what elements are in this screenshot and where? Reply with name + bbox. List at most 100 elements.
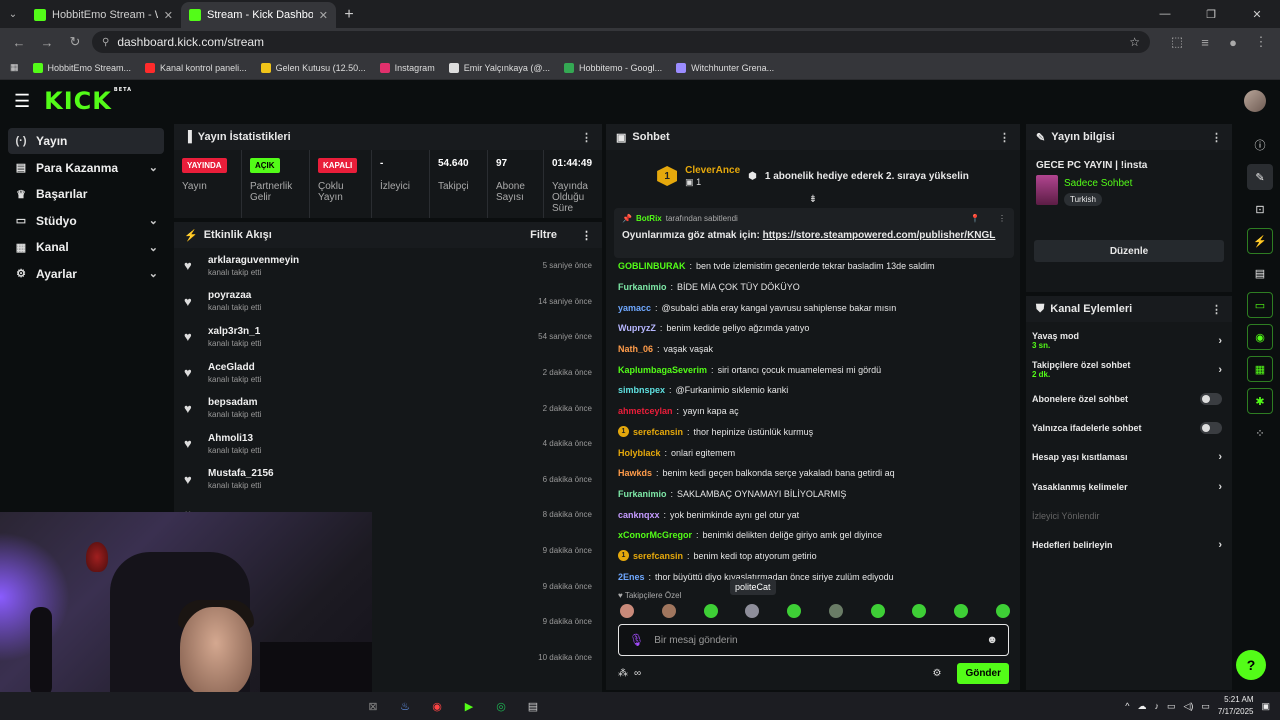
- chat-settings-icon[interactable]: ⚙: [932, 668, 941, 679]
- obs-icon[interactable]: ◉: [426, 695, 448, 717]
- document-icon[interactable]: ▤: [1247, 260, 1273, 286]
- profile-icon[interactable]: ●: [1222, 31, 1244, 53]
- activity-username[interactable]: arklaraguvenmeyin: [208, 255, 533, 266]
- lightning-icon[interactable]: ⚡: [1247, 228, 1273, 254]
- spotify-icon[interactable]: ◎: [490, 695, 512, 717]
- channel-action-item[interactable]: Takipçilere özel sohbet 2 dk. ›: [1026, 355, 1232, 384]
- chat-username[interactable]: WupryzZ: [618, 323, 656, 333]
- site-info-icon[interactable]: ⚲: [102, 37, 109, 48]
- help-support-button[interactable]: ?: [1236, 650, 1266, 680]
- back-icon[interactable]: ←: [8, 31, 30, 53]
- more-options-icon[interactable]: ⋮: [998, 214, 1006, 223]
- edit-pencil-icon[interactable]: ✎: [1247, 164, 1273, 190]
- emote-icon[interactable]: [703, 604, 718, 618]
- sidebar-item-yayin[interactable]: (·) Yayın: [8, 128, 164, 154]
- emote-icon[interactable]: [620, 604, 634, 618]
- emote-icon[interactable]: [912, 604, 927, 618]
- chat-message-input[interactable]: 🎙 Bir mesaj gönderin ☻: [618, 624, 1009, 656]
- volume-icon[interactable]: ◁): [1183, 701, 1193, 712]
- mic-tray-icon[interactable]: ♪: [1154, 701, 1159, 711]
- activity-username[interactable]: AceGladd: [208, 362, 533, 373]
- activity-username[interactable]: bepsadam: [208, 397, 533, 408]
- chat-username[interactable]: serefcansin: [633, 551, 683, 561]
- chat-username[interactable]: yamacc: [618, 303, 651, 313]
- chat-username[interactable]: Furkanimio: [618, 489, 667, 499]
- chat-bubble-icon[interactable]: ▭: [1247, 292, 1273, 318]
- channel-action-item[interactable]: Yasaklanmış kelimeler ›: [1026, 472, 1232, 501]
- toggle-switch[interactable]: [1200, 392, 1222, 405]
- pinned-link[interactable]: https://store.steampowered.com/publisher…: [763, 230, 996, 241]
- bookmark-item[interactable]: Kanal kontrol paneli...: [145, 62, 247, 73]
- layout-icon[interactable]: ▦: [1247, 356, 1273, 382]
- filter-button[interactable]: Filtre: [530, 229, 557, 241]
- browser-tab-dashboard[interactable]: Stream - Kick Dashboard ✕: [181, 2, 336, 28]
- hamburger-menu-icon[interactable]: ☰: [14, 91, 30, 112]
- broadcast-icon[interactable]: ◉: [1247, 324, 1273, 350]
- channel-action-item[interactable]: Hedefleri belirleyin ›: [1026, 530, 1232, 559]
- emote-icon[interactable]: [828, 604, 843, 618]
- sidebar-item-basarilar[interactable]: ♛ Başarılar: [8, 181, 164, 207]
- new-tab-button[interactable]: +: [336, 2, 362, 28]
- user-avatar[interactable]: [1244, 90, 1266, 112]
- toggle-switch[interactable]: [1200, 422, 1222, 435]
- restore-icon[interactable]: ❐: [1188, 0, 1234, 28]
- sidebar-item-kanal[interactable]: ▦ Kanal ⌄: [8, 234, 164, 260]
- activity-username[interactable]: poyrazaa: [208, 290, 528, 301]
- emote-icon[interactable]: [745, 604, 760, 618]
- cloud-icon[interactable]: ☁: [1137, 701, 1146, 712]
- emote-icon[interactable]: [870, 604, 885, 618]
- more-tools-icon[interactable]: ⁘: [1247, 420, 1273, 446]
- tab-search-icon[interactable]: ⌄: [0, 0, 26, 28]
- chat-username[interactable]: GOBLINBURAK: [618, 261, 686, 271]
- chat-username[interactable]: Holyblack: [618, 448, 661, 458]
- unpin-icon[interactable]: 📍: [970, 214, 980, 223]
- capture-icon[interactable]: ⊡: [1247, 196, 1273, 222]
- emote-icon[interactable]: [995, 604, 1010, 618]
- more-options-icon[interactable]: ⋮: [1211, 303, 1222, 316]
- channel-action-item[interactable]: Yalnızca ifadelerle sohbet: [1026, 414, 1232, 443]
- chat-username[interactable]: serefcansin: [633, 427, 683, 437]
- battery-icon[interactable]: ▭: [1201, 701, 1210, 712]
- close-window-icon[interactable]: ✕: [1234, 0, 1280, 28]
- chat-username[interactable]: Hawkds: [618, 468, 652, 478]
- chat-username[interactable]: 2Enes: [618, 572, 645, 582]
- points-icon[interactable]: ⁂: [618, 668, 628, 679]
- bookmark-item[interactable]: Witchhunter Grena...: [676, 62, 774, 73]
- infinity-icon[interactable]: ∞: [634, 668, 641, 679]
- activity-username[interactable]: Mustafa_2156: [208, 468, 533, 479]
- chat-username[interactable]: xConorMcGregor: [618, 530, 692, 540]
- emote-icon[interactable]: [787, 604, 802, 618]
- chat-username[interactable]: Furkanimio: [618, 282, 667, 292]
- sidebar-item-ayarlar[interactable]: ⚙ Ayarlar ⌄: [8, 261, 164, 287]
- media-icon[interactable]: ≡: [1194, 31, 1216, 53]
- chat-username[interactable]: canknqxx: [618, 510, 660, 520]
- bookmark-item[interactable]: HobbitEmo Stream...: [32, 62, 131, 73]
- edit-stream-button[interactable]: Düzenle: [1034, 240, 1224, 262]
- bookmark-item[interactable]: Hobbitemo - Googl...: [564, 62, 662, 73]
- more-options-icon[interactable]: ⋮: [581, 131, 592, 144]
- microphone-icon[interactable]: 🎙: [629, 633, 644, 647]
- bookmark-star-icon[interactable]: ☆: [1129, 35, 1140, 49]
- emoji-icon[interactable]: ☻: [986, 634, 998, 646]
- more-options-icon[interactable]: ⋮: [1211, 131, 1222, 144]
- activity-username[interactable]: xalp3r3n_1: [208, 326, 528, 337]
- notifications-icon[interactable]: ▣: [1261, 701, 1270, 712]
- channel-action-item[interactable]: Abonelere özel sohbet: [1026, 384, 1232, 413]
- forward-icon[interactable]: →: [36, 31, 58, 53]
- close-tab-icon[interactable]: ✕: [319, 9, 328, 22]
- bookmark-item[interactable]: Emir Yalçınkaya (@...: [448, 62, 550, 73]
- address-bar[interactable]: ⚲ dashboard.kick.com/stream ☆: [92, 31, 1150, 53]
- kick-logo[interactable]: KICK BETA: [44, 87, 132, 115]
- terminal-icon[interactable]: ⊠: [362, 695, 384, 717]
- send-button[interactable]: Gönder: [957, 662, 1009, 684]
- category-link[interactable]: Sadece Sohbet: [1064, 178, 1132, 189]
- channel-action-item[interactable]: Yavaş mod 3 sn. ›: [1026, 326, 1232, 355]
- bookmark-item[interactable]: Gelen Kutusu (12.50...: [260, 62, 366, 73]
- channel-action-item[interactable]: Hesap yaşı kısıtlaması ›: [1026, 443, 1232, 472]
- info-icon[interactable]: ⓘ: [1247, 132, 1273, 158]
- chat-username[interactable]: KaplumbagaSeverim: [618, 365, 707, 375]
- expand-arrow-icon[interactable]: ⇟: [606, 194, 1020, 205]
- close-tab-icon[interactable]: ✕: [164, 9, 173, 22]
- discord-icon[interactable]: ▤: [522, 695, 544, 717]
- chat-username[interactable]: ahmetceylan: [618, 406, 673, 416]
